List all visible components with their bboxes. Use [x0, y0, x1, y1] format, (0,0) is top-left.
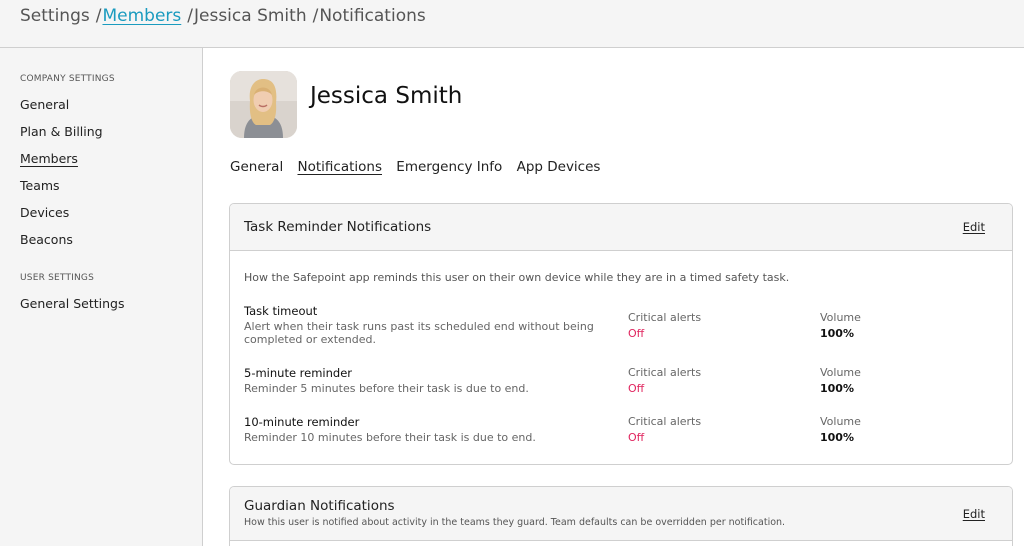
task-reminder-card: Task Reminder Notifications Edit How the… [229, 203, 1013, 465]
sidebar-item-teams[interactable]: Teams [20, 178, 60, 193]
breadcrumb-current: Notifications [319, 6, 426, 26]
ten-minute-reminder-title: 10-minute reminder [244, 415, 360, 429]
tab-general[interactable]: General [230, 159, 283, 175]
breadcrumb: Settings/Members/Jessica Smith/Notificat… [20, 6, 426, 26]
guardian-edit-button[interactable]: Edit [963, 507, 985, 521]
five-minute-alerts-label: Critical alerts [628, 366, 702, 379]
ten-minute-alerts-value: Off [628, 431, 645, 444]
five-minute-volume-value: 100% [820, 382, 854, 395]
five-minute-reminder-title: 5-minute reminder [244, 366, 353, 380]
task-timeout-volume-label: Volume [820, 311, 861, 324]
task-timeout-volume-value: 100% [820, 327, 854, 340]
breadcrumb-separator: / [312, 6, 319, 26]
sidebar-item-general-settings[interactable]: General Settings [20, 296, 125, 311]
task-reminder-card-header: Task Reminder Notifications Edit [230, 204, 1012, 251]
task-timeout-alerts-label: Critical alerts [628, 311, 702, 324]
five-minute-reminder-description: Reminder 5 minutes before their task is … [244, 382, 529, 395]
sidebar-item-members[interactable]: Members [20, 151, 78, 166]
member-name-heading: Jessica Smith [310, 83, 463, 109]
ten-minute-volume-value: 100% [820, 431, 854, 444]
guardian-notifications-card: Guardian Notifications How this user is … [229, 486, 1013, 546]
task-timeout-title: Task timeout [244, 304, 318, 318]
avatar [230, 71, 297, 138]
sidebar-item-beacons[interactable]: Beacons [20, 232, 73, 247]
ten-minute-reminder-description: Reminder 10 minutes before their task is… [244, 431, 536, 444]
avatar-photo [230, 71, 297, 138]
sidebar: COMPANY SETTINGS General Plan & Billing … [0, 48, 203, 546]
ten-minute-alerts-label: Critical alerts [628, 415, 702, 428]
task-timeout-alerts-value: Off [628, 327, 645, 340]
task-reminder-edit-button[interactable]: Edit [963, 220, 985, 234]
sidebar-item-plan-billing[interactable]: Plan & Billing [20, 124, 103, 139]
breadcrumb-separator: / [95, 6, 102, 26]
breadcrumb-members-link[interactable]: Members [102, 6, 181, 26]
sidebar-heading-company: COMPANY SETTINGS [20, 74, 115, 84]
sidebar-item-general[interactable]: General [20, 97, 69, 112]
tab-app-devices[interactable]: App Devices [517, 159, 601, 175]
main-content: Jessica Smith General Notifications Emer… [204, 48, 1024, 546]
task-reminder-card-title: Task Reminder Notifications [244, 219, 432, 235]
guardian-card-subtitle: How this user is notified about activity… [244, 517, 786, 528]
task-timeout-description: Alert when their task runs past its sche… [244, 320, 594, 346]
guardian-card-header: Guardian Notifications How this user is … [230, 487, 1012, 541]
five-minute-alerts-value: Off [628, 382, 645, 395]
guardian-card-title: Guardian Notifications [244, 498, 395, 514]
sidebar-heading-user: USER SETTINGS [20, 273, 95, 283]
breadcrumb-settings[interactable]: Settings [20, 6, 90, 26]
sidebar-item-devices[interactable]: Devices [20, 205, 69, 220]
tab-emergency-info[interactable]: Emergency Info [396, 159, 502, 175]
five-minute-volume-label: Volume [820, 366, 861, 379]
breadcrumb-member-name[interactable]: Jessica Smith [194, 6, 307, 26]
task-reminder-description: How the Safepoint app reminds this user … [244, 271, 790, 284]
ten-minute-volume-label: Volume [820, 415, 861, 428]
member-tabs: General Notifications Emergency Info App… [230, 159, 610, 175]
breadcrumb-separator: / [187, 6, 193, 26]
tab-notifications[interactable]: Notifications [298, 159, 383, 175]
page-header: Settings/Members/Jessica Smith/Notificat… [0, 0, 1024, 48]
